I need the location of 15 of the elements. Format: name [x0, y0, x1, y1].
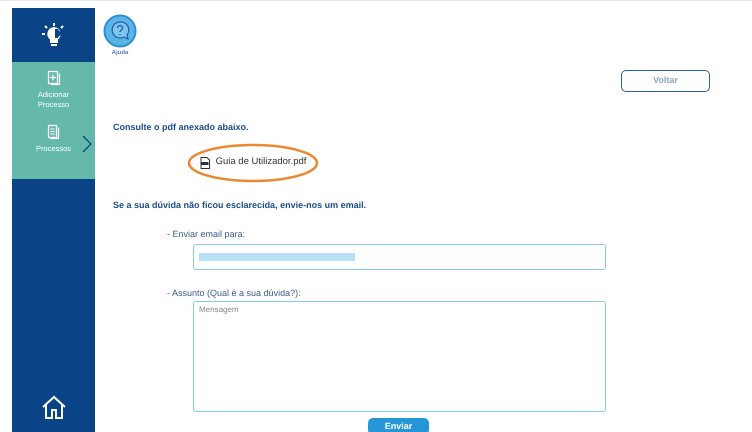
pdf-file-icon	[200, 156, 210, 168]
lightbulb-gear-icon	[40, 22, 66, 48]
add-document-icon	[46, 70, 60, 86]
back-button[interactable]: Voltar	[621, 70, 710, 92]
document-icon	[47, 124, 60, 140]
section-heading: Consulte o pdf anexado abaixo.	[113, 121, 250, 134]
email-field[interactable]	[193, 244, 606, 270]
send-button[interactable]: Enviar	[368, 418, 429, 432]
message-field[interactable]: Mensagem	[193, 301, 606, 412]
help-icon[interactable]	[103, 14, 137, 48]
chevron-right-icon[interactable]	[82, 135, 92, 153]
home-icon[interactable]	[40, 394, 66, 420]
section-heading: Se a sua dúvida não ficou esclarecida, envie-nos um email.	[113, 198, 366, 212]
field-label: - Enviar email para:	[167, 228, 246, 241]
field-label: - Assunto (Qual é a sua dúvida?):	[167, 287, 301, 300]
